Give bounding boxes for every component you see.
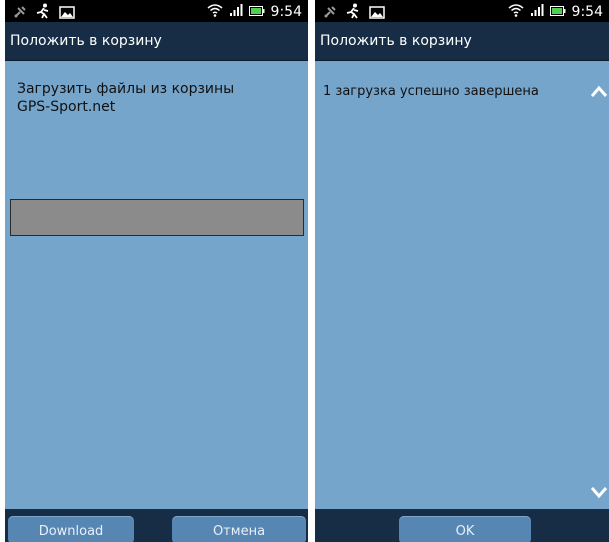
download-message: Загрузить файлы из корзины GPS-Sport.net	[17, 81, 235, 115]
cancel-button[interactable]: Отмена	[172, 516, 306, 542]
battery-icon	[549, 2, 566, 21]
image-icon	[59, 4, 75, 23]
result-message: 1 загрузка успешно завершена	[323, 84, 539, 99]
button-bar: Download Отмена	[5, 509, 308, 542]
satellite-icon	[13, 4, 27, 23]
button-bar: OK	[315, 509, 609, 542]
chevron-down-icon[interactable]	[590, 484, 608, 499]
battery-icon	[248, 2, 265, 21]
signal-icon	[530, 2, 544, 21]
status-bar: 9:54	[5, 0, 308, 22]
notification-icons	[13, 3, 75, 23]
dialog-title: Положить в корзину	[315, 22, 609, 61]
image-icon	[369, 4, 385, 23]
dialog-title: Положить в корзину	[5, 22, 308, 61]
download-dialog-screen: 9:54 Положить в корзину Загрузить файлы …	[5, 0, 308, 542]
status-time: 9:54	[270, 3, 302, 20]
wifi-icon	[508, 2, 524, 21]
download-progress-bar	[10, 199, 304, 236]
status-bar: 9:54	[315, 0, 609, 22]
runner-icon	[36, 3, 50, 23]
signal-icon	[229, 2, 243, 21]
system-icons: 9:54	[207, 2, 302, 21]
runner-icon	[346, 3, 360, 23]
download-button[interactable]: Download	[8, 516, 134, 542]
notification-icons	[323, 3, 385, 23]
system-icons: 9:54	[508, 2, 603, 21]
wifi-icon	[207, 2, 223, 21]
ok-button[interactable]: OK	[399, 516, 531, 542]
satellite-icon	[323, 4, 337, 23]
result-dialog-screen: 9:54 Положить в корзину 1 загрузка успеш…	[315, 0, 609, 542]
chevron-up-icon[interactable]	[590, 82, 608, 97]
status-time: 9:54	[571, 3, 603, 20]
